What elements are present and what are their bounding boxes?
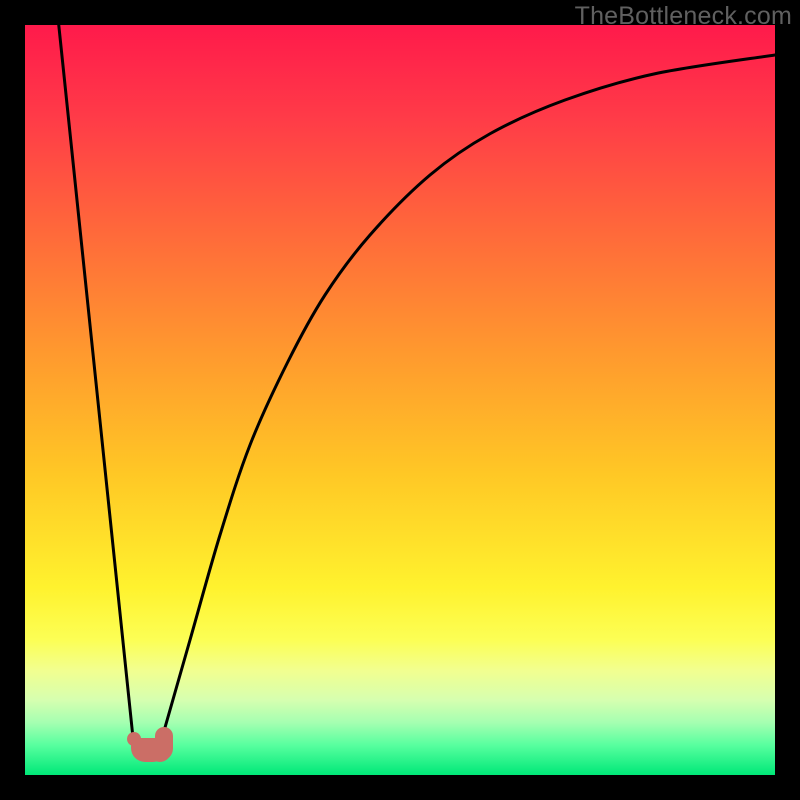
bottleneck-curve [25,25,775,775]
watermark-text: TheBottleneck.com [575,2,792,31]
curve-marker-right [149,740,171,762]
chart-frame: TheBottleneck.com [0,0,800,800]
curve-marker-left [127,732,141,746]
plot-area [25,25,775,775]
